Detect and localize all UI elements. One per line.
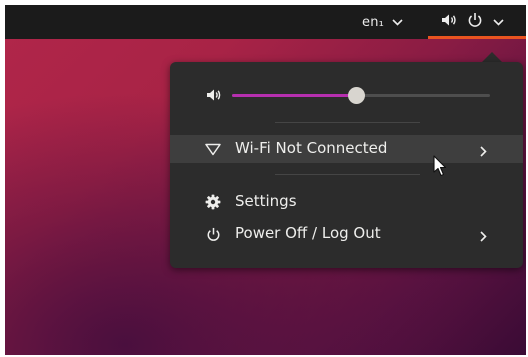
volume-slider[interactable] [232, 87, 490, 104]
wifi-menu-label: Wi-Fi Not Connected [235, 139, 388, 157]
chevron-right-icon [480, 228, 487, 246]
speaker-icon [206, 87, 221, 106]
volume-slider-handle[interactable] [347, 87, 365, 104]
desktop: en₁ Wi-Fi Not Connected Settings Power O… [5, 5, 526, 355]
gear-icon [204, 194, 222, 210]
input-source-label: en₁ [362, 14, 385, 30]
chevron-down-icon [392, 14, 403, 30]
chevron-right-icon [480, 143, 487, 161]
volume-slider-fill [232, 94, 356, 97]
power-off-log-out-label: Power Off / Log Out [235, 224, 381, 242]
volume-row [170, 80, 523, 110]
system-menu: Wi-Fi Not Connected Settings Power Off /… [170, 62, 523, 268]
top-panel: en₁ [5, 5, 526, 39]
settings-menu-item[interactable]: Settings [170, 188, 523, 216]
wifi-icon [204, 141, 222, 157]
separator [275, 122, 420, 123]
settings-menu-label: Settings [235, 192, 297, 210]
power-icon [467, 12, 483, 32]
active-indicator-underline [428, 36, 526, 39]
system-status-area[interactable] [441, 5, 504, 39]
power-off-log-out-menu-item[interactable]: Power Off / Log Out [170, 220, 523, 248]
input-source-indicator[interactable]: en₁ [362, 5, 403, 39]
separator [275, 174, 420, 175]
speaker-icon [441, 13, 457, 31]
wifi-menu-item[interactable]: Wi-Fi Not Connected [170, 135, 523, 163]
mouse-pointer-icon [433, 155, 447, 181]
power-icon [204, 226, 222, 242]
chevron-down-icon [493, 14, 504, 30]
